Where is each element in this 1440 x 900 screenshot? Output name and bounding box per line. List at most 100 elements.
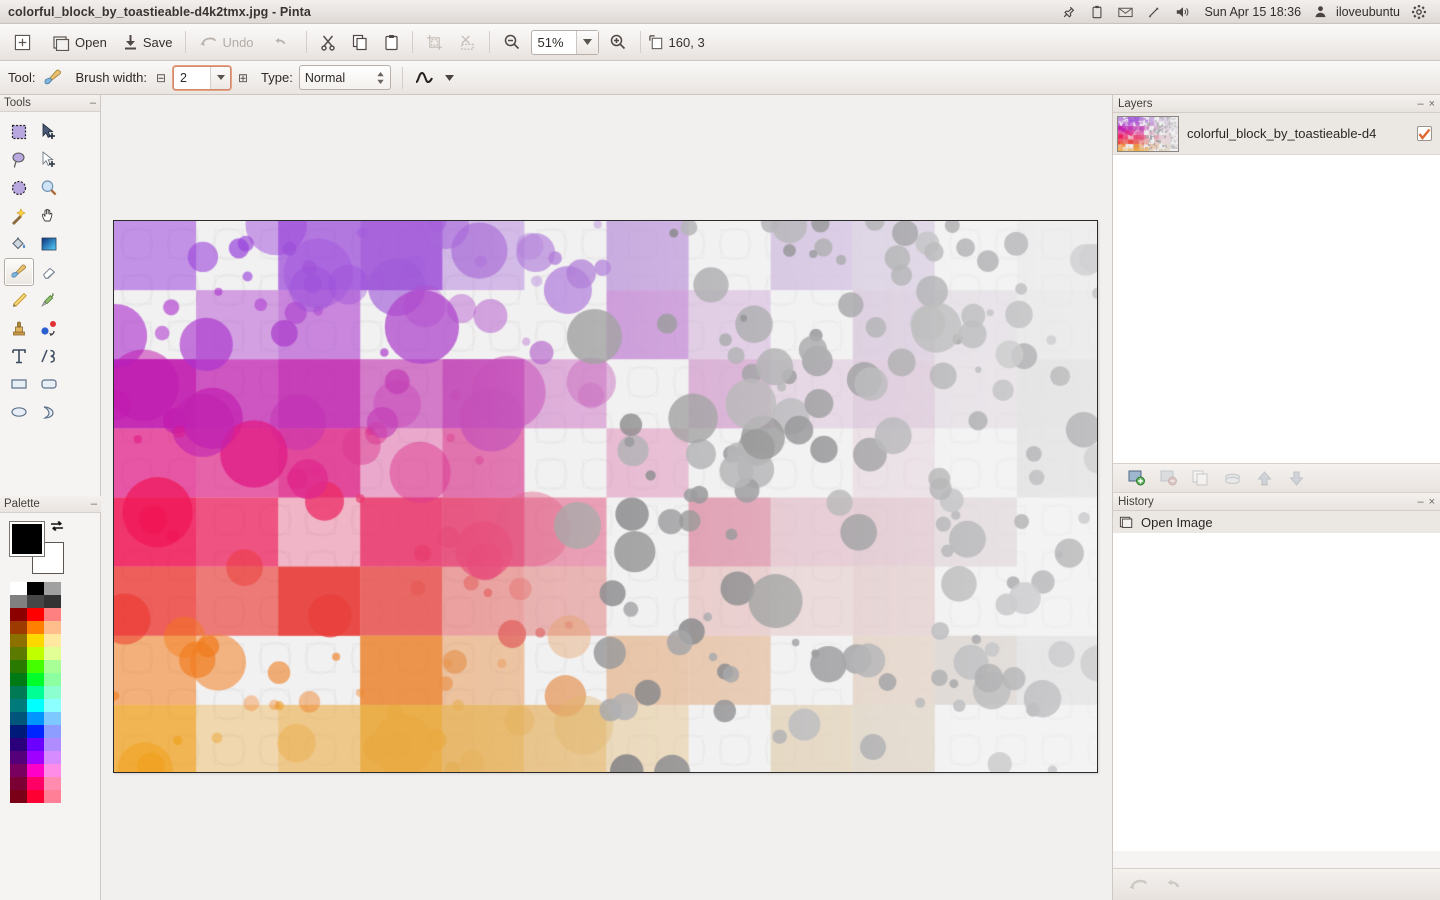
zoom-in-button[interactable] — [601, 27, 635, 57]
palette-swatch[interactable] — [10, 647, 27, 660]
palette-swatch-grid[interactable] — [10, 582, 101, 803]
move-layer-up-button[interactable] — [1249, 466, 1279, 490]
merge-layer-down-button[interactable] — [1217, 466, 1247, 490]
palette-swatch[interactable] — [44, 751, 61, 764]
layer-name[interactable]: colorful_block_by_toastieable-d4 — [1187, 126, 1417, 141]
volume-icon[interactable] — [1168, 0, 1198, 24]
history-item[interactable]: Open Image — [1113, 511, 1440, 533]
freeform-shape-tool[interactable] — [34, 398, 64, 426]
palette-swatch[interactable] — [44, 699, 61, 712]
palette-swatch[interactable] — [10, 725, 27, 738]
palette-swatch[interactable] — [44, 738, 61, 751]
bluetooth-icon[interactable] — [1140, 0, 1168, 24]
layer-visibility-checkbox[interactable] — [1417, 126, 1432, 141]
paintbrush-icon[interactable] — [43, 69, 63, 87]
move-selection-tool[interactable] — [34, 146, 64, 174]
palette-swatch[interactable] — [10, 686, 27, 699]
zoom-out-button[interactable] — [495, 27, 529, 57]
palette-swatch[interactable] — [10, 634, 27, 647]
palette-swatch[interactable] — [27, 686, 44, 699]
pencil-tool[interactable] — [4, 286, 34, 314]
palette-swatch[interactable] — [27, 725, 44, 738]
new-image-button[interactable] — [6, 27, 44, 57]
palette-swatch[interactable] — [44, 686, 61, 699]
palette-swatch[interactable] — [44, 790, 61, 803]
palette-swatch[interactable] — [27, 712, 44, 725]
palette-swatch[interactable] — [27, 751, 44, 764]
open-button[interactable]: Open — [44, 27, 115, 57]
magic-wand-tool[interactable] — [4, 202, 34, 230]
zoom-tool[interactable] — [34, 174, 64, 202]
brush-width-increase-button[interactable]: ⊞ — [235, 70, 251, 86]
palette-swatch[interactable] — [27, 621, 44, 634]
canvas-artwork[interactable] — [114, 221, 1098, 773]
palette-swatch[interactable] — [27, 673, 44, 686]
crop-to-selection-button[interactable] — [418, 27, 451, 57]
palette-swatch[interactable] — [27, 777, 44, 790]
layers-panel-close-button[interactable]: × — [1429, 99, 1435, 109]
palette-swatch[interactable] — [10, 699, 27, 712]
copy-button[interactable] — [344, 27, 376, 57]
zoom-level-value[interactable]: 51% — [532, 31, 576, 54]
palette-swatch[interactable] — [10, 751, 27, 764]
move-selected-tool[interactable] — [34, 118, 64, 146]
line-curve-tool[interactable] — [34, 342, 64, 370]
paintbrush-tool[interactable] — [4, 258, 34, 286]
rectangle-select-tool[interactable] — [4, 118, 34, 146]
curve-smoothing-icon[interactable] — [414, 70, 434, 86]
palette-swatch[interactable] — [10, 595, 27, 608]
paste-button[interactable] — [376, 27, 407, 57]
palette-swatch[interactable] — [44, 712, 61, 725]
palette-swatch[interactable] — [10, 660, 27, 673]
palette-swatch[interactable] — [44, 660, 61, 673]
primary-color-swatch[interactable] — [10, 522, 44, 556]
palette-swatch[interactable] — [44, 621, 61, 634]
pan-tool[interactable] — [34, 202, 64, 230]
palette-swatch[interactable] — [27, 608, 44, 621]
palette-swatch[interactable] — [10, 621, 27, 634]
palette-swatch[interactable] — [44, 634, 61, 647]
history-panel-minimize-button[interactable]: – — [1417, 497, 1423, 507]
history-undo-button[interactable] — [1123, 873, 1153, 897]
brush-width-stepper[interactable]: ⊟ 2 ⊞ — [153, 66, 251, 90]
palette-swatch[interactable] — [44, 608, 61, 621]
add-layer-button[interactable] — [1121, 466, 1151, 490]
canvas-workspace[interactable] — [101, 95, 1112, 900]
username[interactable]: iloveubuntu — [1334, 5, 1404, 19]
eraser-tool[interactable] — [34, 258, 64, 286]
palette-swatch[interactable] — [27, 595, 44, 608]
palette-swatch[interactable] — [10, 738, 27, 751]
user-icon[interactable] — [1307, 0, 1334, 24]
palette-swatch[interactable] — [10, 582, 27, 595]
palette-swatch[interactable] — [44, 673, 61, 686]
palette-swatch[interactable] — [27, 660, 44, 673]
layer-row[interactable]: colorful_block_by_toastieable-d4 — [1113, 113, 1440, 155]
image-canvas[interactable] — [113, 220, 1098, 773]
deselect-button[interactable] — [451, 27, 484, 57]
palette-swatch[interactable] — [27, 738, 44, 751]
redo-button[interactable] — [262, 27, 301, 57]
clipboard-icon[interactable] — [1083, 0, 1111, 24]
move-layer-down-button[interactable] — [1281, 466, 1311, 490]
zoom-level-combobox[interactable]: 51% — [531, 30, 599, 55]
brush-width-decrease-button[interactable]: ⊟ — [153, 70, 169, 86]
palette-swatch[interactable] — [10, 764, 27, 777]
clock[interactable]: Sun Apr 15 18:36 — [1198, 5, 1307, 19]
palette-swatch[interactable] — [27, 634, 44, 647]
ellipse-tool[interactable] — [4, 398, 34, 426]
gear-icon[interactable] — [1404, 0, 1434, 24]
history-redo-button[interactable] — [1157, 873, 1187, 897]
palette-swatch[interactable] — [27, 582, 44, 595]
lasso-select-tool[interactable] — [4, 146, 34, 174]
history-panel-close-button[interactable]: × — [1429, 497, 1435, 507]
delete-layer-button[interactable] — [1153, 466, 1183, 490]
palette-swatch[interactable] — [27, 790, 44, 803]
brush-width-value[interactable]: 2 — [174, 71, 210, 85]
paint-bucket-tool[interactable] — [4, 230, 34, 258]
recolor-tool[interactable] — [34, 314, 64, 342]
envelope-icon[interactable] — [1111, 0, 1140, 24]
rounded-rectangle-tool[interactable] — [34, 370, 64, 398]
duplicate-layer-button[interactable] — [1185, 466, 1215, 490]
palette-panel-minimize-button[interactable]: – — [91, 499, 97, 509]
rectangle-tool[interactable] — [4, 370, 34, 398]
